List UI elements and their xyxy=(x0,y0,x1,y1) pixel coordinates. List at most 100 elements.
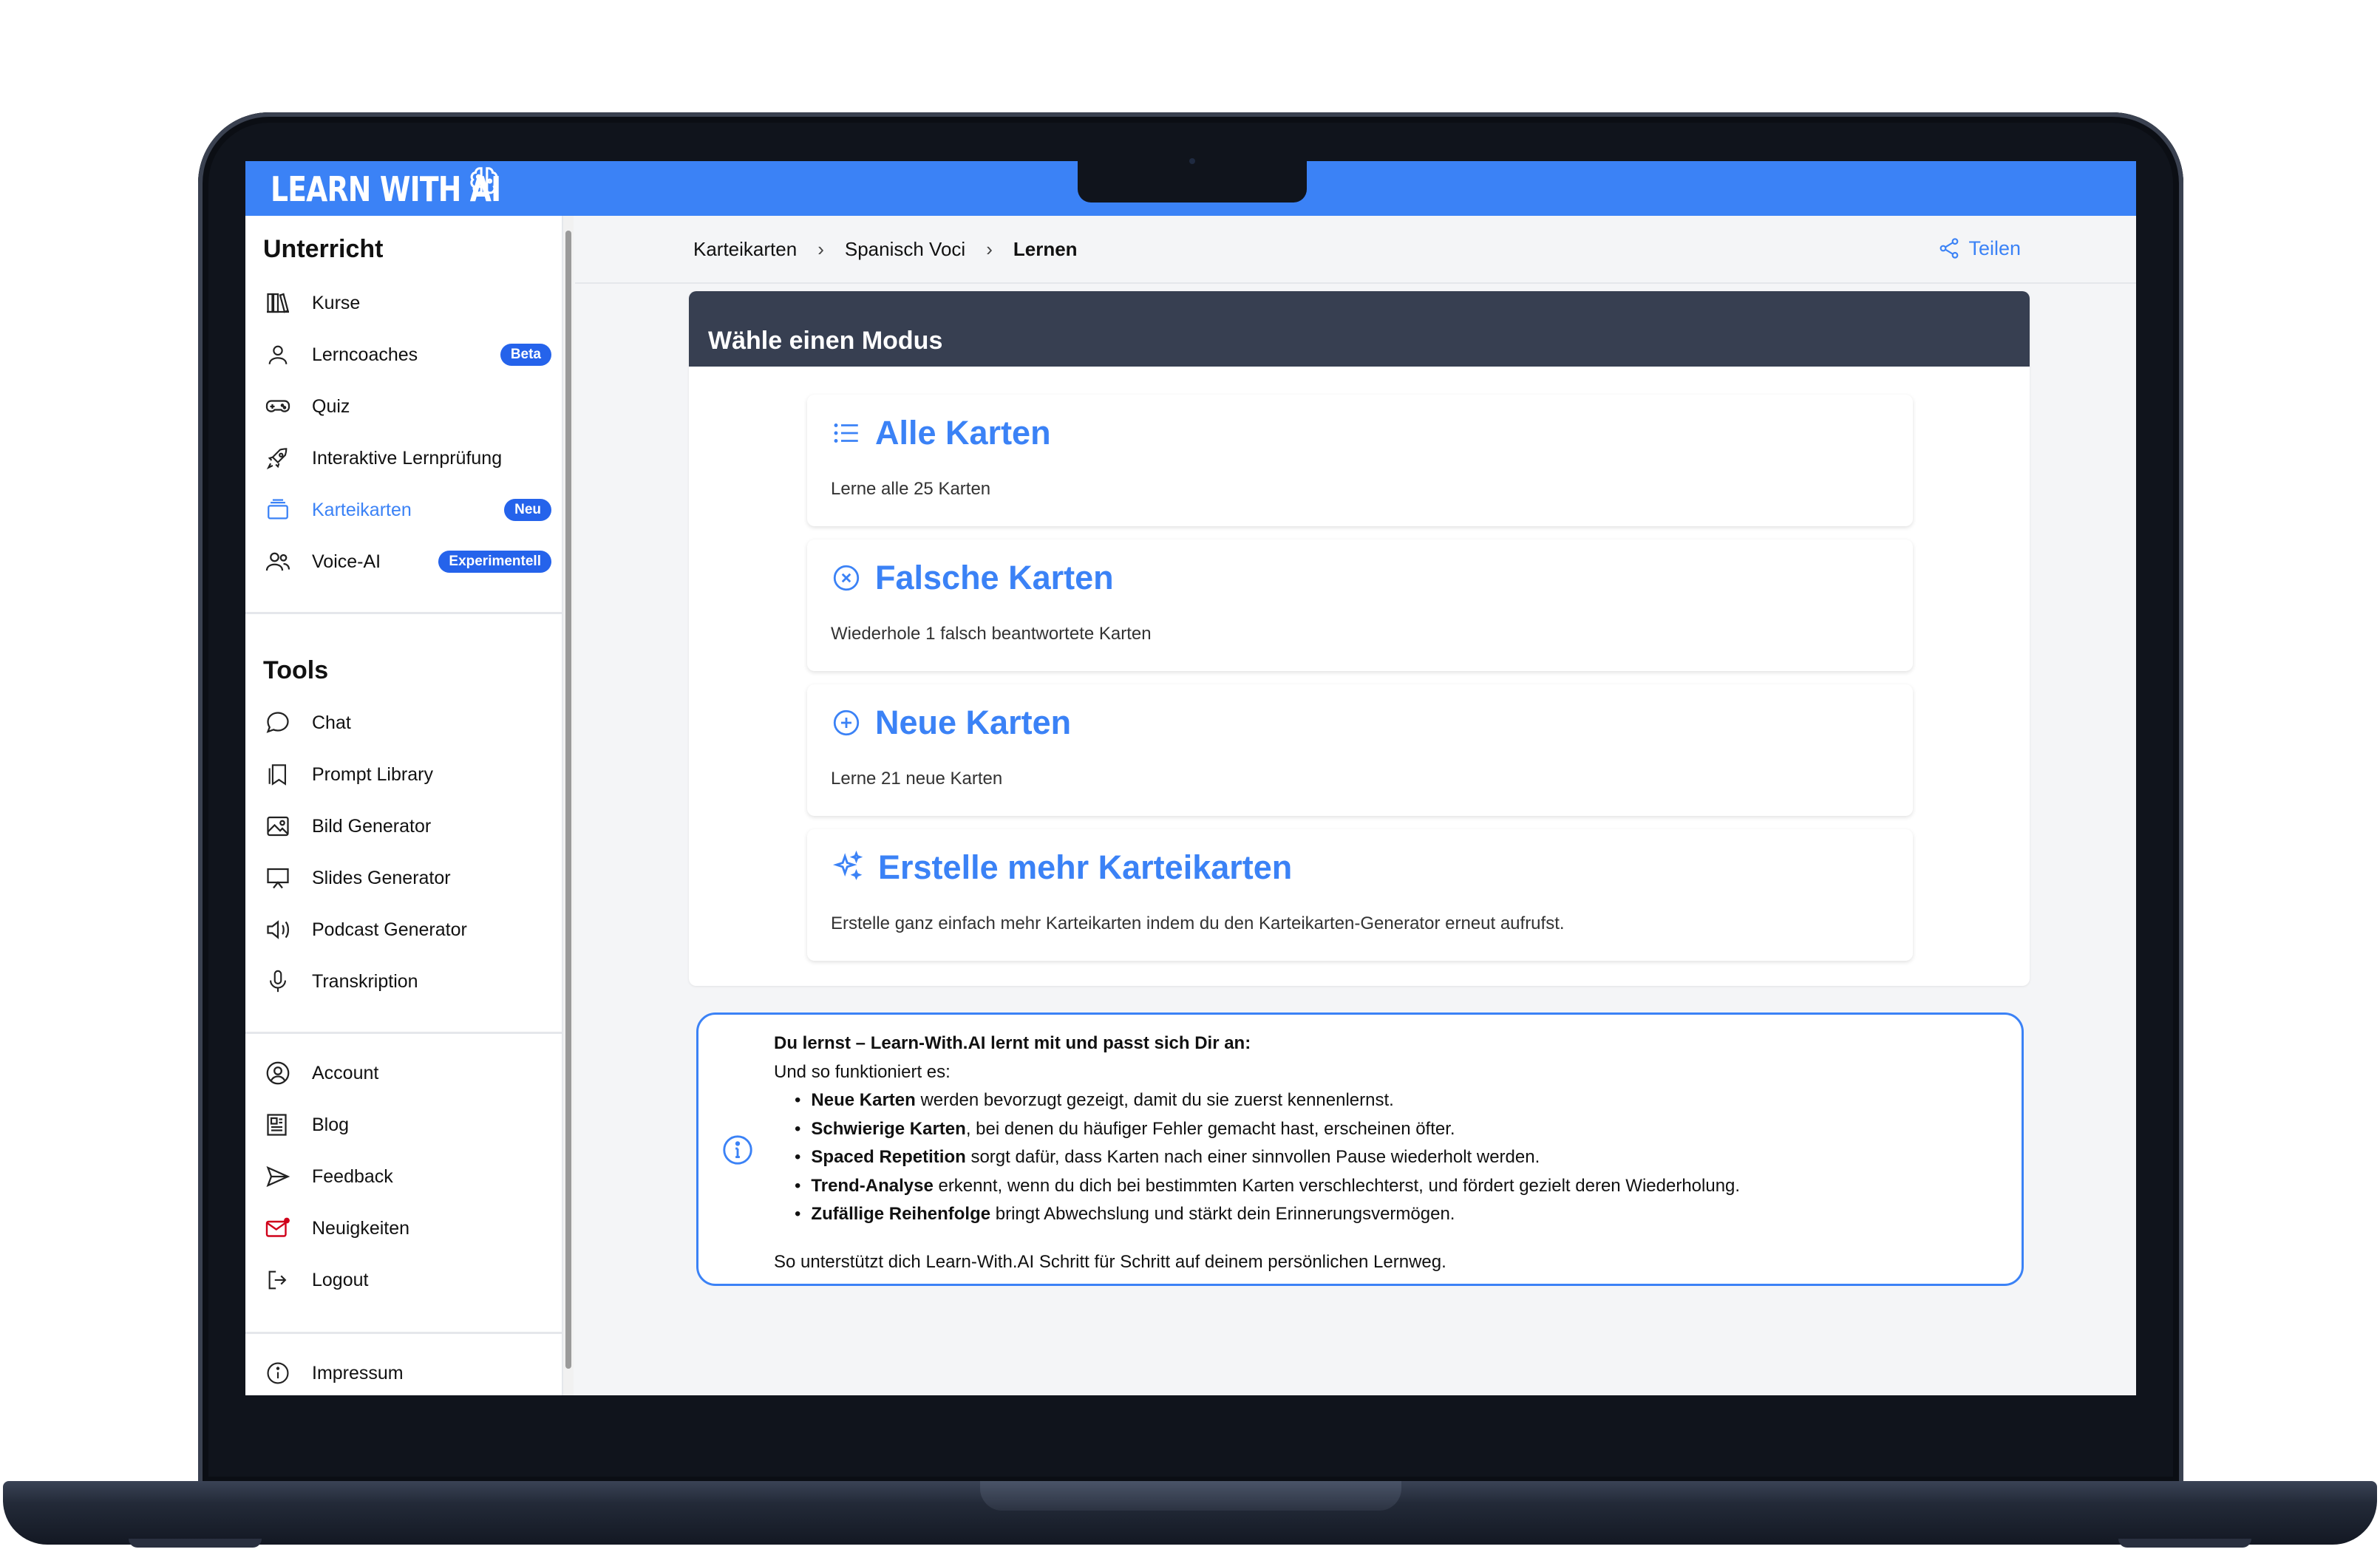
laptop-foot-left xyxy=(129,1539,262,1548)
sidebar-item-blog[interactable]: Blog xyxy=(263,1104,551,1146)
mode-card-title: Erstelle mehr Karteikarten xyxy=(878,848,1293,886)
sidebar-item-transkription[interactable]: Transkription xyxy=(263,961,551,1002)
sidebar-item-voice-ai[interactable]: Voice-AI Experimentell xyxy=(263,541,551,582)
mode-card-description: Lerne 21 neue Karten xyxy=(831,769,1003,789)
laptop-foot-right xyxy=(2118,1539,2251,1548)
sidebar-item-impressum[interactable]: Impressum xyxy=(263,1352,551,1394)
sidebar-divider xyxy=(245,612,563,614)
logo[interactable]: LEARN WITH AI xyxy=(271,169,551,209)
sidebar-item-label: Quiz xyxy=(312,395,350,417)
beta-badge: Beta xyxy=(500,344,551,366)
info-item-text: werden bevorzugt gezeigt, damit du sie z… xyxy=(915,1090,1394,1110)
sidebar-item-quiz[interactable]: Quiz xyxy=(263,386,551,427)
sidebar: Unterricht Kurse Lerncoaches Beta Quiz I… xyxy=(245,216,563,1395)
sidebar-item-logout[interactable]: Logout xyxy=(263,1259,551,1301)
sidebar-item-lernpruefung[interactable]: Interaktive Lernprüfung xyxy=(263,438,551,479)
sidebar-item-podcast-generator[interactable]: Podcast Generator xyxy=(263,909,551,950)
sidebar-item-karteikarten[interactable]: Karteikarten Neu xyxy=(263,489,551,531)
chevron-right-icon: › xyxy=(817,238,824,260)
sidebar-item-chat[interactable]: Chat xyxy=(263,702,551,743)
sidebar-item-label: Podcast Generator xyxy=(312,919,467,940)
mode-card-falsche-karten[interactable]: Falsche Karten Wiederhole 1 falsch beant… xyxy=(807,540,1913,671)
info-item-text: erkennt, wenn du dich bei bestimmten Kar… xyxy=(933,1175,1741,1196)
info-item-text: bringt Abwechslung und stärkt dein Erinn… xyxy=(990,1204,1455,1224)
sidebar-item-label: Transkription xyxy=(312,970,418,992)
books-icon xyxy=(263,288,293,318)
mode-card-title-row: Erstelle mehr Karteikarten xyxy=(831,848,1292,887)
sidebar-scrollbar[interactable] xyxy=(563,216,574,1395)
camera-lens xyxy=(1189,158,1195,164)
brain-icon xyxy=(470,167,498,194)
info-list-item: Schwierige Karten, bei denen du häufiger… xyxy=(795,1115,1740,1144)
sidebar-item-label: Lerncoaches xyxy=(312,344,418,365)
info-item-text: sorgt dafür, dass Karten nach einer sinn… xyxy=(965,1147,1540,1167)
share-icon xyxy=(1940,238,1959,259)
info-item-bold: Schwierige Karten xyxy=(811,1118,966,1139)
sidebar-item-slides-generator[interactable]: Slides Generator xyxy=(263,857,551,899)
share-button[interactable]: Teilen xyxy=(1937,236,2021,260)
breadcrumb-link-spanisch-voci[interactable]: Spanisch Voci xyxy=(845,238,965,261)
sidebar-item-label: Account xyxy=(312,1062,379,1083)
sidebar-item-label: Impressum xyxy=(312,1362,404,1383)
logo-text: LEARN WITH AI xyxy=(271,169,501,209)
x-circle-icon xyxy=(833,565,860,591)
plus-circle-icon xyxy=(833,709,860,736)
mode-card-title: Neue Karten xyxy=(875,704,1072,741)
info-item-bold: Zufällige Reihenfolge xyxy=(811,1204,991,1224)
send-icon xyxy=(263,1162,293,1191)
info-list: Neue Karten werden bevorzugt gezeigt, da… xyxy=(795,1086,1740,1229)
account-icon xyxy=(263,1058,293,1088)
sidebar-divider xyxy=(245,1032,563,1034)
info-item-bold: Trend-Analyse xyxy=(811,1175,934,1196)
breadcrumb-link-karteikarten[interactable]: Karteikarten xyxy=(693,238,797,261)
sidebar-item-label: Voice-AI xyxy=(312,551,381,572)
sidebar-item-label: Karteikarten xyxy=(312,499,412,520)
sidebar-item-label: Logout xyxy=(312,1269,369,1290)
presentation-icon xyxy=(263,863,293,893)
breadcrumb-bar: Karteikarten › Spanisch Voci › Lernen Te… xyxy=(575,216,2136,284)
info-footer: So unterstützt dich Learn-With.AI Schrit… xyxy=(774,1251,1446,1272)
sparkles-icon xyxy=(832,851,863,880)
breadcrumb-current: Lernen xyxy=(1013,238,1078,260)
laptop-hinge xyxy=(980,1481,1401,1511)
microphone-icon xyxy=(263,967,293,996)
sidebar-item-label: Bild Generator xyxy=(312,815,432,837)
sidebar-item-label: Prompt Library xyxy=(312,763,433,785)
chat-icon xyxy=(263,708,293,738)
sidebar-scrollbar-thumb[interactable] xyxy=(565,231,571,1369)
camera-notch xyxy=(1078,155,1307,202)
mode-card-description: Erstelle ganz einfach mehr Karteikarten … xyxy=(831,913,1565,933)
sidebar-item-feedback[interactable]: Feedback xyxy=(263,1156,551,1197)
info-list-item: Neue Karten werden bevorzugt gezeigt, da… xyxy=(795,1086,1740,1115)
mode-card-title: Falsche Karten xyxy=(875,559,1114,596)
bookmark-icon xyxy=(263,760,293,789)
mode-panel: Wähle einen Modus Alle Karten Lerne alle… xyxy=(689,291,2030,986)
newspaper-icon xyxy=(263,1110,293,1140)
mode-card-title: Alle Karten xyxy=(875,414,1051,452)
info-list-item: Spaced Repetition sorgt dafür, dass Kart… xyxy=(795,1143,1740,1172)
speaker-icon xyxy=(263,915,293,945)
sidebar-item-account[interactable]: Account xyxy=(263,1052,551,1094)
sidebar-item-label: Feedback xyxy=(312,1165,393,1187)
mode-card-description: Lerne alle 25 Karten xyxy=(831,479,991,499)
mode-card-title-row: Alle Karten xyxy=(831,414,1051,452)
sidebar-item-lerncoaches[interactable]: Lerncoaches Beta xyxy=(263,334,551,375)
sidebar-item-bild-generator[interactable]: Bild Generator xyxy=(263,806,551,847)
mode-card-erstelle-mehr[interactable]: Erstelle mehr Karteikarten Erstelle ganz… xyxy=(807,829,1913,961)
mode-card-neue-karten[interactable]: Neue Karten Lerne 21 neue Karten xyxy=(807,684,1913,816)
sidebar-item-prompt-library[interactable]: Prompt Library xyxy=(263,754,551,795)
info-circle-icon xyxy=(723,1135,752,1165)
mode-card-title-row: Neue Karten xyxy=(831,704,1071,742)
gamepad-icon xyxy=(263,392,293,421)
mode-panel-title: Wähle einen Modus xyxy=(689,291,2030,367)
screen-bezel xyxy=(245,1395,2136,1422)
experimentell-badge: Experimentell xyxy=(438,551,551,573)
info-icon xyxy=(263,1358,293,1388)
logout-icon xyxy=(263,1265,293,1295)
sidebar-item-kurse[interactable]: Kurse xyxy=(263,282,551,324)
info-item-bold: Neue Karten xyxy=(811,1090,916,1110)
mail-notification-icon xyxy=(263,1214,293,1243)
sidebar-item-label: Blog xyxy=(312,1114,350,1135)
mode-card-alle-karten[interactable]: Alle Karten Lerne alle 25 Karten xyxy=(807,395,1913,526)
sidebar-item-neuigkeiten[interactable]: Neuigkeiten xyxy=(263,1208,551,1249)
